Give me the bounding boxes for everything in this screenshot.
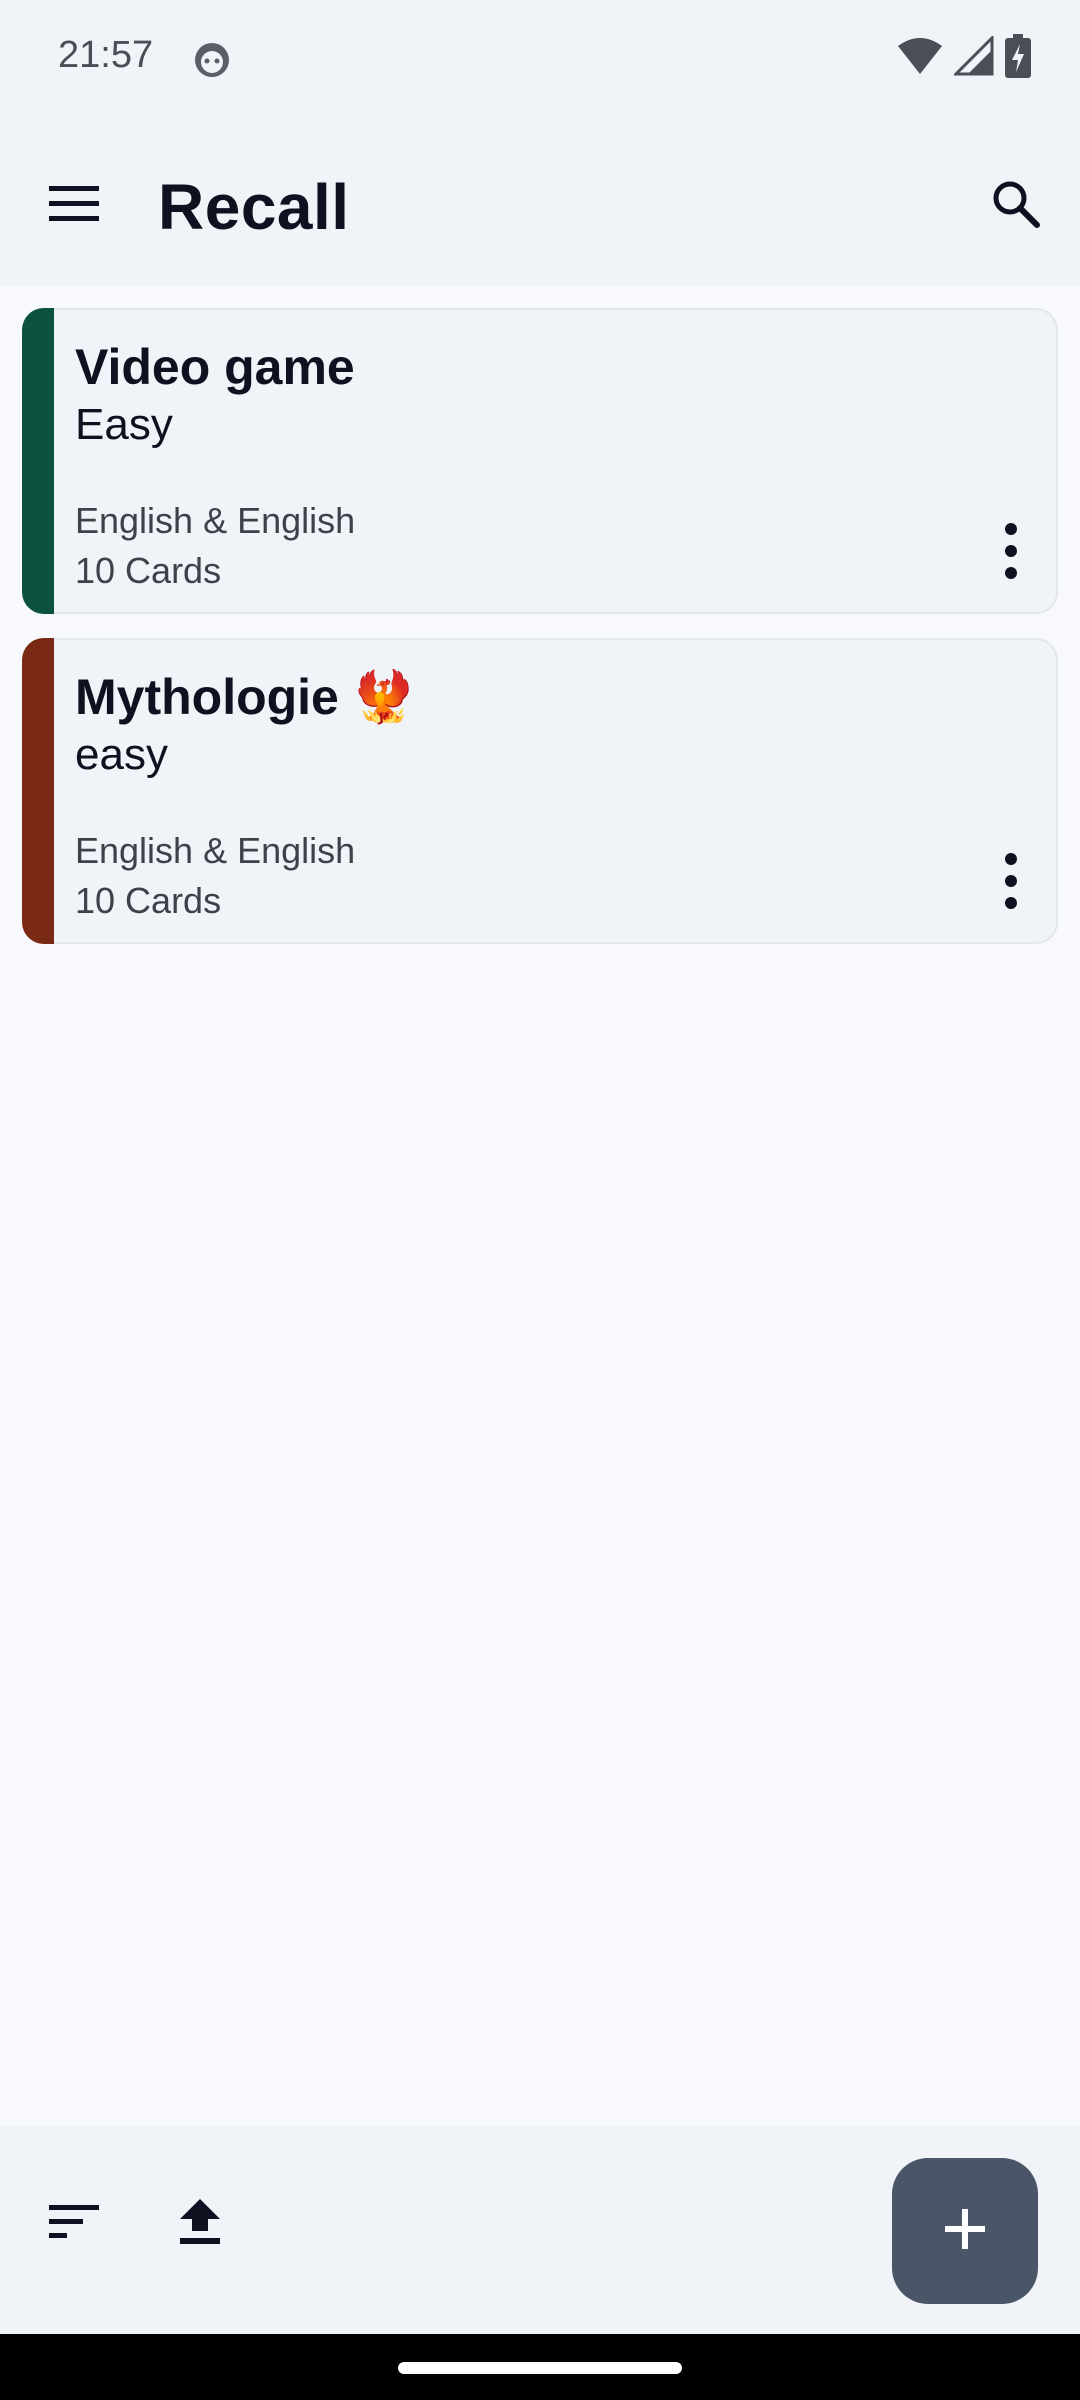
upload-button[interactable] — [162, 2186, 238, 2262]
menu-icon — [49, 185, 99, 227]
bottom-bar — [0, 2126, 1080, 2334]
plus-icon — [945, 2208, 985, 2254]
wifi-icon — [896, 36, 944, 81]
deck-list: Video game Easy English & English 10 Car… — [22, 308, 1058, 968]
deck-languages: English & English — [75, 500, 356, 541]
sort-button[interactable] — [36, 2186, 112, 2262]
search-button[interactable] — [972, 162, 1060, 250]
upload-icon — [180, 2198, 220, 2250]
more-vert-icon — [1005, 853, 1017, 909]
deck-title: Video game — [75, 339, 355, 395]
menu-button[interactable] — [30, 162, 118, 250]
deck-card[interactable]: Mythologie 🐦‍🔥 easy English & English 10… — [22, 638, 1058, 944]
deck-difficulty: easy — [75, 730, 168, 779]
battery-charging-icon — [1004, 33, 1032, 83]
app-title: Recall — [158, 171, 350, 243]
deck-languages: English & English — [75, 830, 356, 871]
deck-card-count: 10 Cards — [75, 880, 222, 921]
status-icons — [896, 33, 1032, 83]
search-icon — [991, 179, 1041, 234]
status-time: 21:57 — [58, 34, 154, 76]
system-nav-bar — [0, 2334, 1080, 2400]
deck-color-stripe — [22, 638, 54, 944]
more-options-button[interactable] — [976, 836, 1046, 926]
deck-card[interactable]: Video game Easy English & English 10 Car… — [22, 308, 1058, 614]
sort-icon — [49, 2204, 99, 2244]
deck-card-count: 10 Cards — [75, 550, 222, 591]
deck-title: Mythologie 🐦‍🔥 — [75, 669, 416, 725]
app-bar: Recall — [0, 118, 1080, 286]
signal-icon — [952, 33, 994, 81]
more-vert-icon — [1005, 523, 1017, 579]
home-handle[interactable] — [398, 2362, 682, 2374]
add-deck-button[interactable] — [892, 2158, 1038, 2304]
notification-icon — [192, 40, 232, 80]
more-options-button[interactable] — [976, 506, 1046, 596]
status-bar: 21:57 — [0, 0, 1080, 118]
deck-color-stripe — [22, 308, 54, 614]
deck-difficulty: Easy — [75, 400, 173, 449]
